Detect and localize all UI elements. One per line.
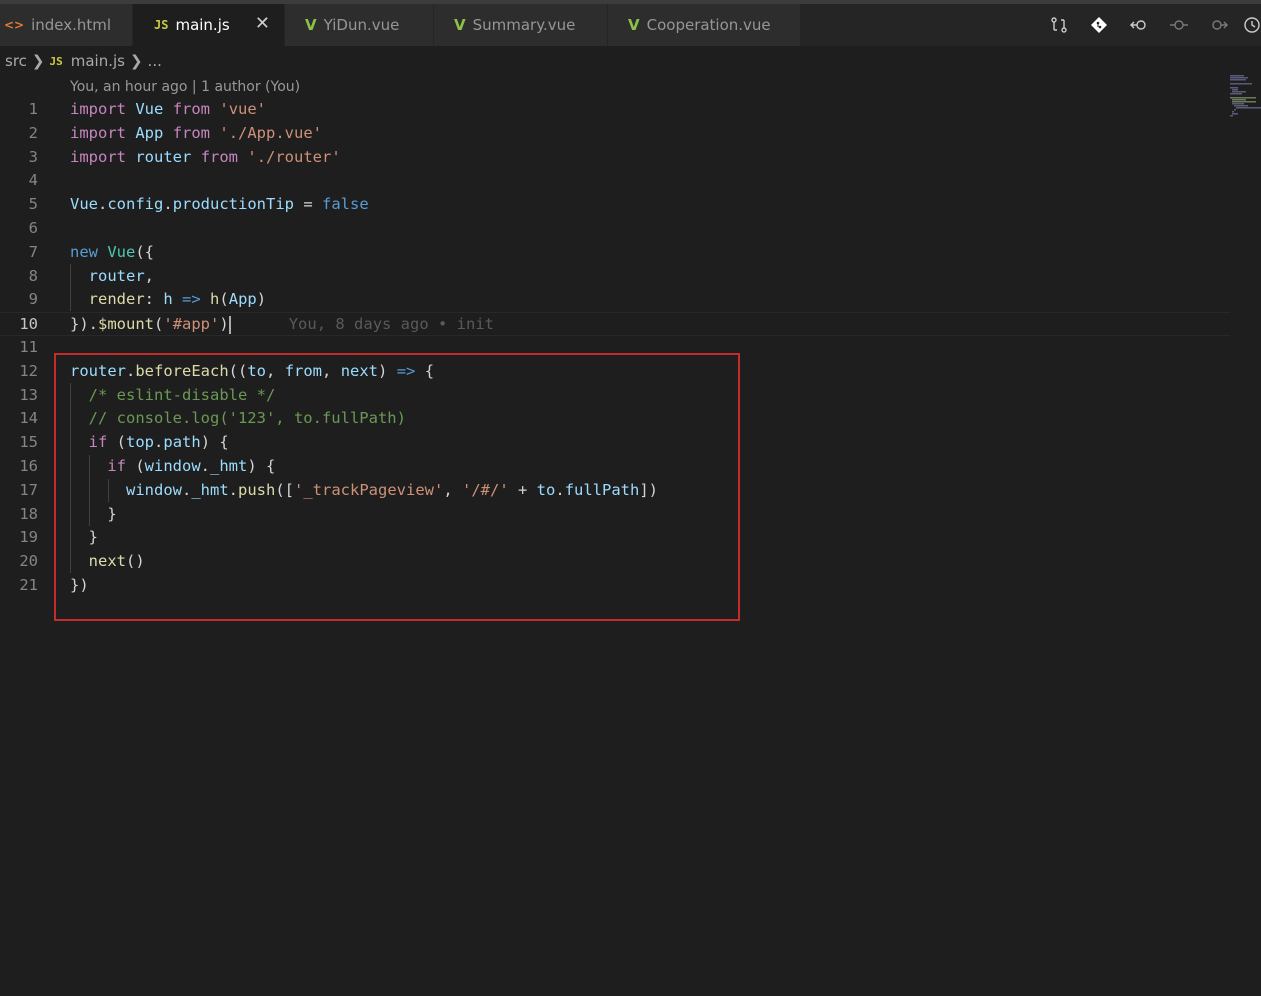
highlight-box [54,353,740,621]
text-cursor [228,315,231,334]
compare-changes-button[interactable] [1039,4,1079,46]
line-number: 20 [19,552,38,571]
tab-label: Cooperation.vue [646,16,771,34]
commit-icon [1170,20,1188,30]
chevron-right-icon: ❯ [31,52,45,70]
tab-label: main.js [175,16,230,34]
git-blame-annotation: You, 8 days ago • init [288,315,495,334]
vue-file-icon: V [305,16,317,34]
tab-label: Summary.vue [472,16,576,34]
line-number: 14 [19,409,38,428]
breadcrumb: src ❯ JS main.js ❯ ... [0,50,162,72]
code-line: 5 Vue.config.productionTip = false [0,193,1230,217]
breadcrumb-folder[interactable]: src [5,52,27,70]
line-number: 12 [19,361,38,380]
js-file-icon: JS [154,18,169,32]
tab-label: index.html [31,16,112,34]
line-number: 21 [19,575,38,594]
revision-button[interactable] [1159,4,1199,46]
code-line: 7 new Vue({ [0,241,1230,265]
previous-revision-button[interactable] [1119,4,1159,46]
git-codelens[interactable]: You, an hour ago | 1 author (You) [70,79,300,95]
line-number: 4 [28,171,38,190]
code-line: 3 import router from './router' [0,146,1230,170]
line-number: 15 [19,433,38,452]
js-file-icon: JS [49,54,63,68]
compare-changes-icon [1051,17,1067,33]
line-number: 8 [28,266,38,285]
html-file-icon: <> [4,18,25,32]
line-number: 17 [19,480,38,499]
tab-cooperation-vue[interactable]: V Cooperation.vue [608,4,801,46]
line-number: 19 [19,528,38,547]
line-number: 9 [28,290,38,309]
close-icon[interactable]: ✕ [255,13,270,34]
line-number: 11 [19,337,38,356]
line-number: 3 [28,147,38,166]
tab-summary-vue[interactable]: V Summary.vue [434,4,608,46]
line-number: 13 [19,385,38,404]
editor-actions [1039,4,1261,46]
git-diamond-icon [1091,17,1107,33]
line-number: 1 [28,100,38,118]
tab-yidun-vue[interactable]: V YiDun.vue [285,4,434,46]
code-line: 4 [0,169,1230,193]
code-line-current: 10}).$mount('#app') You, 8 days ago • ini… [0,312,1230,336]
line-number: 7 [28,242,38,261]
minimap[interactable] [1229,74,1261,120]
timeline-button[interactable] [1239,4,1261,46]
chevron-right-icon: ❯ [129,52,143,70]
tab-index-html[interactable]: <> index.html [0,4,133,46]
line-number: 5 [28,195,38,214]
tab-main-js[interactable]: JS main.js ✕ [133,4,285,46]
open-changes-button[interactable] [1079,4,1119,46]
line-number: 10 [19,315,38,334]
code-line: 9 render: h => h(App) [0,288,1230,312]
code-line: 8 router, [0,265,1230,289]
breadcrumb-symbol[interactable]: ... [148,52,162,70]
history-icon [1244,17,1260,33]
line-number: 16 [19,456,38,475]
line-number: 2 [28,123,38,142]
previous-revision-icon [1130,20,1146,30]
code-line: 1 import Vue from 'vue' [0,98,1230,122]
line-number: 18 [19,504,38,523]
breadcrumb-file[interactable]: main.js [71,52,125,70]
next-revision-button[interactable] [1199,4,1239,46]
vue-file-icon: V [628,16,640,34]
code-line: 2 import App from './App.vue' [0,122,1230,146]
tab-label: YiDun.vue [323,16,400,34]
code-line: 6 [0,217,1230,241]
vue-file-icon: V [454,16,466,34]
line-number: 6 [28,218,38,237]
next-revision-icon [1212,20,1228,30]
